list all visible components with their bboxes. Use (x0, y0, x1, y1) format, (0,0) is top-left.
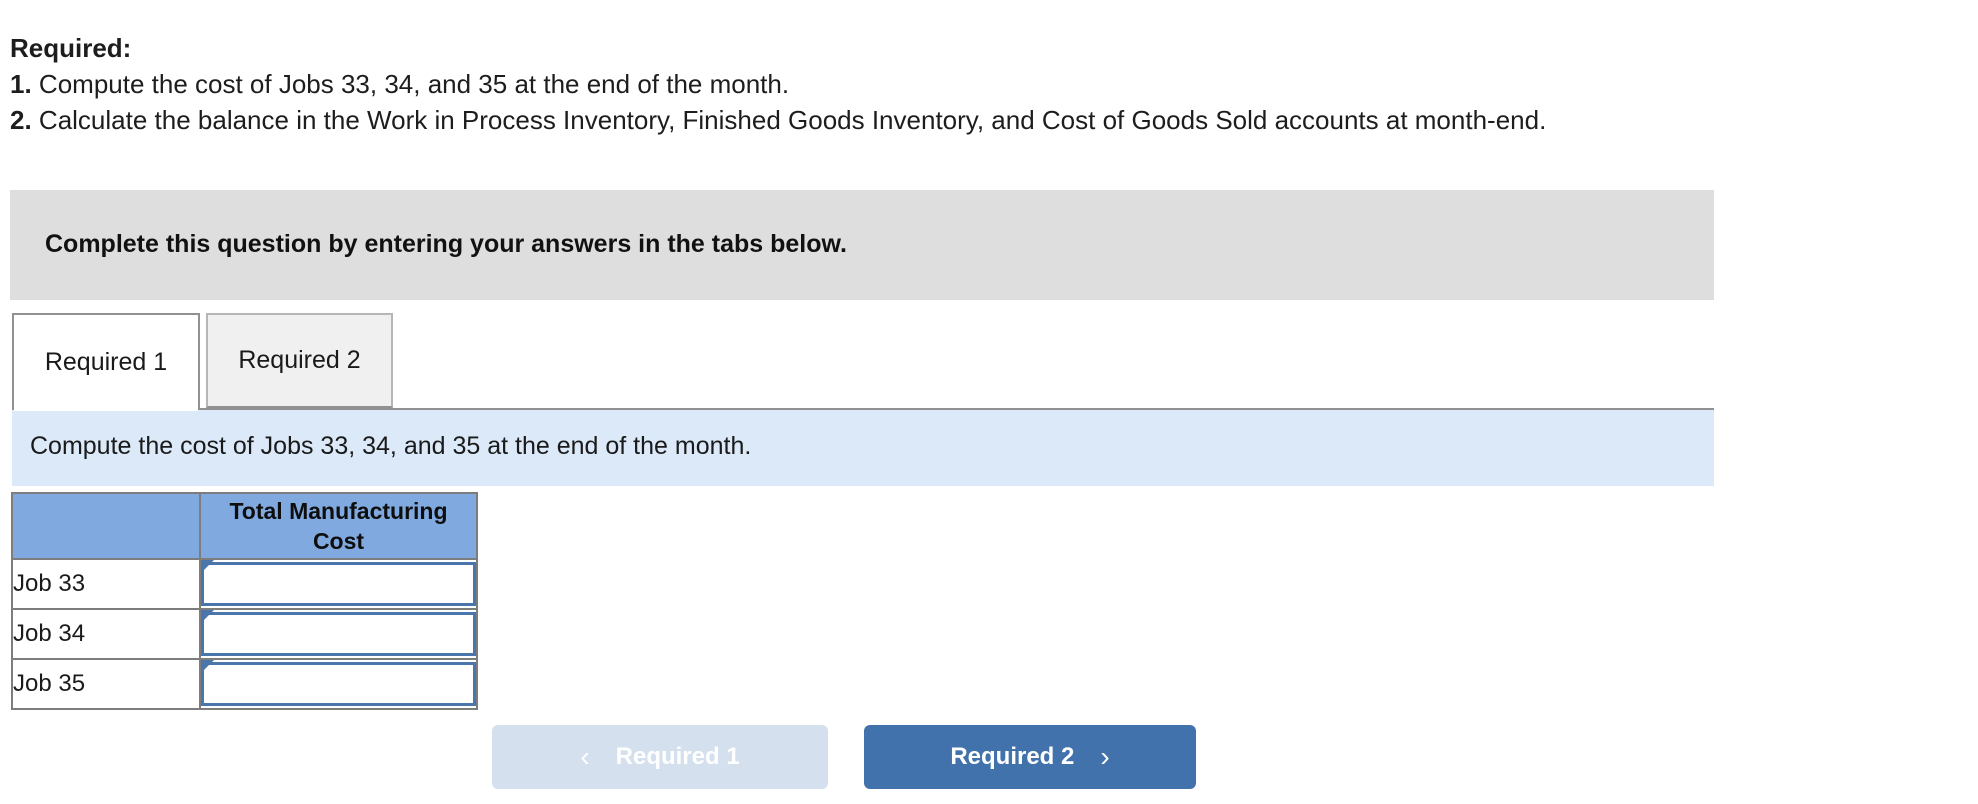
row-label-job-34: Job 34 (11, 608, 201, 660)
table-row: Job 33 (11, 558, 478, 610)
cell-marker-icon (201, 610, 214, 623)
row-value-cell-job-34 (199, 608, 478, 660)
tabs-underline (12, 408, 1714, 410)
sub-instruction-text: Compute the cost of Jobs 33, 34, and 35 … (30, 432, 752, 460)
table-header-blank (11, 492, 201, 560)
required-heading: Required: (10, 33, 132, 63)
instruction-banner: Complete this question by entering your … (10, 190, 1714, 300)
chevron-left-icon: ‹ (580, 741, 590, 772)
tab-required-2[interactable]: Required 2 (206, 313, 393, 408)
row-value-cell-job-33 (199, 558, 478, 610)
answer-table: Total Manufacturing Cost Job 33 Job 34 J… (11, 492, 478, 710)
required-item-2: 2. Calculate the balance in the Work in … (10, 102, 1950, 138)
tab-required-1[interactable]: Required 1 (12, 313, 200, 410)
required-item-1-text: Compute the cost of Jobs 33, 34, and 35 … (38, 69, 790, 99)
next-button-label: Required 2 (950, 743, 1075, 770)
input-job-33-total-manufacturing-cost[interactable] (201, 562, 476, 606)
table-header-row: Total Manufacturing Cost (11, 492, 478, 560)
input-job-35-total-manufacturing-cost[interactable] (201, 662, 476, 706)
required-item-1-number: 1. (10, 69, 32, 99)
required-item-1: 1. Compute the cost of Jobs 33, 34, and … (10, 66, 1950, 102)
required-item-2-number: 2. (10, 105, 32, 135)
required-instructions: Required: 1. Compute the cost of Jobs 33… (10, 30, 1950, 138)
table-row: Job 35 (11, 658, 478, 710)
cell-marker-icon (201, 660, 214, 673)
next-required-2-button[interactable]: Required 2 › (864, 725, 1196, 789)
previous-required-1-button[interactable]: ‹ Required 1 (492, 725, 828, 789)
sub-instruction-bar: Compute the cost of Jobs 33, 34, and 35 … (12, 410, 1714, 486)
row-label-job-35: Job 35 (11, 658, 201, 710)
tab-required-2-label: Required 2 (238, 346, 361, 374)
row-value-cell-job-35 (199, 658, 478, 710)
table-row: Job 34 (11, 608, 478, 660)
active-tab-seam (14, 407, 198, 411)
chevron-right-icon: › (1100, 741, 1110, 772)
table-header-total-manufacturing-cost: Total Manufacturing Cost (199, 492, 478, 560)
row-label-job-33: Job 33 (11, 558, 201, 610)
previous-button-label: Required 1 (615, 743, 740, 770)
instruction-banner-text: Complete this question by entering your … (45, 230, 847, 258)
cell-marker-icon (201, 560, 214, 573)
required-item-2-text: Calculate the balance in the Work in Pro… (38, 105, 1547, 135)
tab-required-1-label: Required 1 (44, 348, 168, 376)
input-job-34-total-manufacturing-cost[interactable] (201, 612, 476, 656)
